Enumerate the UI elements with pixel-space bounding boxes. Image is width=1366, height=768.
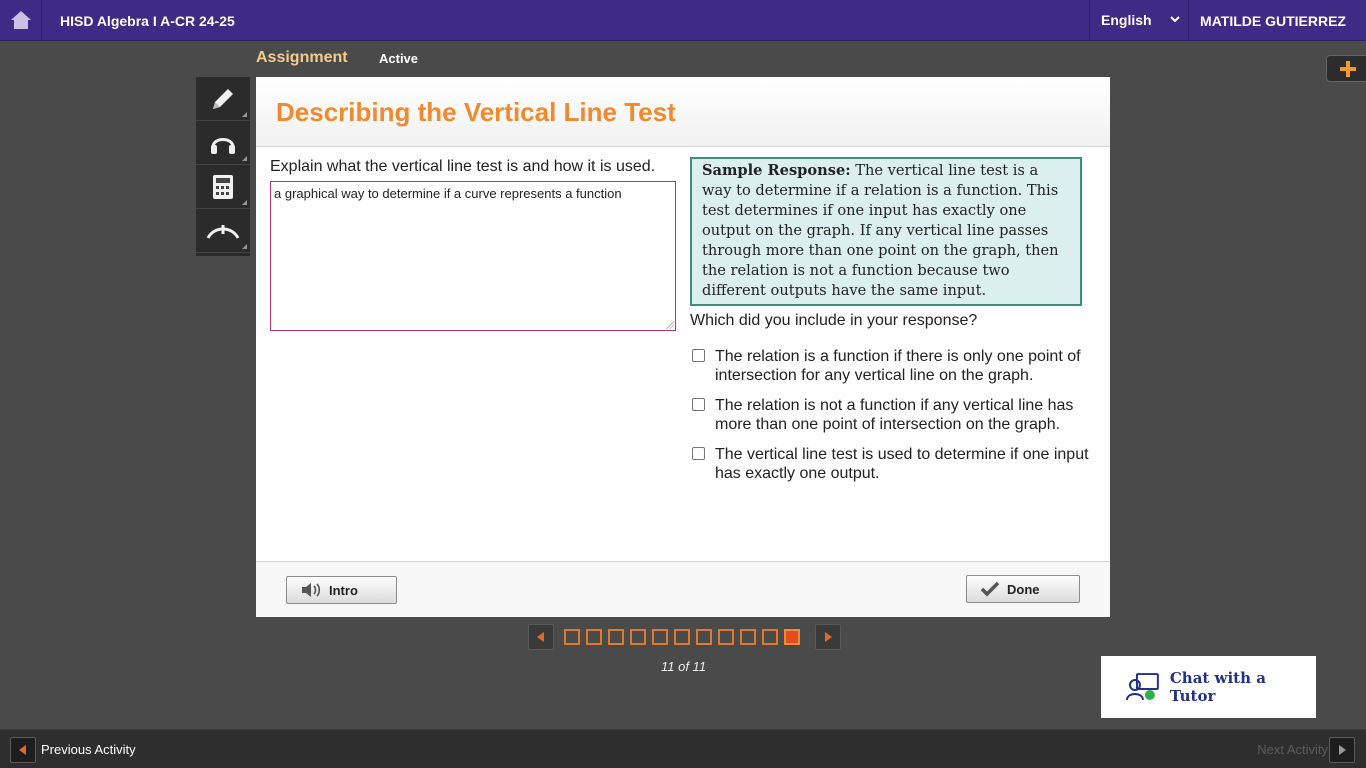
assignment-label: Assignment: [256, 49, 348, 66]
course-title: HISD Algebra I A-CR 24-25: [60, 13, 235, 29]
tool-corner: [242, 200, 247, 205]
arrow-left-icon: [19, 745, 26, 755]
page-dot[interactable]: [630, 629, 646, 645]
checklist-question: Which did you include in your response?: [690, 312, 978, 329]
option-checkbox[interactable]: [692, 447, 705, 460]
page-dot[interactable]: [718, 629, 734, 645]
bottom-bar: Previous Activity Next Activity: [0, 729, 1366, 768]
tool-corner: [242, 244, 247, 249]
home-button[interactable]: [0, 0, 42, 40]
page-dot[interactable]: [652, 629, 668, 645]
response-text: a graphical way to determine if a curve …: [274, 186, 622, 201]
previous-page-button[interactable]: [528, 624, 554, 650]
checklist-option[interactable]: The relation is not a function if any ve…: [690, 396, 1090, 434]
intro-label: Intro: [329, 582, 358, 598]
chat-tutor-button[interactable]: Chat with a Tutor: [1101, 656, 1316, 718]
option-label: The relation is a function if there is o…: [715, 348, 1081, 384]
option-checkbox[interactable]: [692, 398, 705, 411]
previous-activity-label[interactable]: Previous Activity: [41, 742, 136, 757]
speaker-icon: [302, 583, 321, 597]
sample-response-label: Sample Response:: [702, 162, 851, 179]
user-name[interactable]: MATILDE GUTIERREZ: [1200, 13, 1346, 29]
home-icon: [10, 11, 31, 29]
pencil-icon: [213, 88, 233, 109]
language-select[interactable]: English: [1089, 0, 1189, 40]
checkmark-icon: [981, 581, 999, 597]
page-dot[interactable]: [696, 629, 712, 645]
collapse-icon: [206, 224, 240, 239]
page-dot[interactable]: [564, 629, 580, 645]
next-page-button[interactable]: [815, 624, 841, 650]
arrow-right-icon: [825, 632, 832, 642]
tool-corner: [242, 112, 247, 117]
headphones-icon: [211, 137, 235, 154]
language-label: English: [1101, 12, 1152, 28]
next-activity-button[interactable]: [1329, 737, 1355, 763]
done-button[interactable]: Done: [966, 575, 1080, 603]
option-label: The vertical line test is used to determ…: [715, 446, 1089, 482]
tool-corner: [242, 156, 247, 161]
done-label: Done: [1007, 581, 1040, 597]
arrow-left-icon: [537, 632, 544, 642]
panel-footer: Intro Done: [256, 561, 1110, 617]
checklist-option[interactable]: The vertical line test is used to determ…: [690, 445, 1090, 483]
plus-icon: [1340, 60, 1356, 77]
question-prompt: Explain what the vertical line test is a…: [270, 158, 656, 175]
checklist-option[interactable]: The relation is a function if there is o…: [690, 347, 1090, 385]
option-label: The relation is not a function if any ve…: [715, 397, 1074, 433]
calculator-icon: [213, 174, 233, 199]
previous-activity-button[interactable]: [10, 737, 36, 763]
tutor-icon: [1126, 673, 1159, 701]
response-textarea[interactable]: a graphical way to determine if a curve …: [270, 181, 676, 331]
page-dot[interactable]: [674, 629, 690, 645]
tool-palette: [196, 77, 250, 256]
page-dot[interactable]: [608, 629, 624, 645]
sample-response-text: The vertical line test is a way to deter…: [702, 162, 1059, 299]
intro-button[interactable]: Intro: [286, 576, 397, 604]
page-dot[interactable]: [586, 629, 602, 645]
activity-panel: Describing the Vertical Line Test Explai…: [256, 77, 1110, 617]
assignment-status: Active: [379, 51, 419, 66]
page-dots: [564, 629, 806, 645]
activity-title: Describing the Vertical Line Test: [276, 97, 676, 127]
calculator-tool[interactable]: [196, 165, 250, 209]
option-checkbox[interactable]: [692, 349, 705, 362]
audio-tool[interactable]: [196, 121, 250, 165]
next-activity-label: Next Activity: [1257, 742, 1328, 757]
page-counter: 11 of 11: [661, 659, 707, 674]
page-navigator: [528, 624, 841, 650]
chevron-down-icon: [1170, 16, 1180, 23]
panel-header: Describing the Vertical Line Test: [256, 77, 1110, 147]
sample-response-box: Sample Response: The vertical line test …: [690, 157, 1082, 306]
top-bar: HISD Algebra I A-CR 24-25 English MATILD…: [0, 0, 1366, 41]
add-button[interactable]: [1326, 55, 1366, 82]
page-dot[interactable]: [762, 629, 778, 645]
page-dot[interactable]: [740, 629, 756, 645]
page-dot[interactable]: [784, 629, 800, 645]
pencil-tool[interactable]: [196, 77, 250, 121]
chat-tutor-label: Chat with a Tutor: [1169, 669, 1266, 705]
arrow-right-icon: [1339, 745, 1346, 755]
collapse-tool[interactable]: [196, 209, 250, 253]
resize-handle[interactable]: [666, 321, 674, 329]
